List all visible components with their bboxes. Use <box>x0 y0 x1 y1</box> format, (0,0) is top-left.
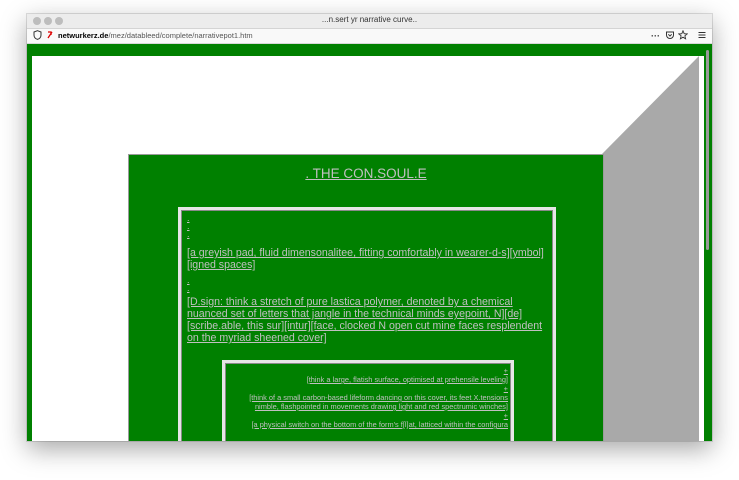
window-title: ...n.sert yr narrative curve.. <box>321 15 418 24</box>
url-domain: netwurkerz.de <box>58 31 109 40</box>
title-bar: ...n.sert yr narrative curve.. <box>27 14 712 29</box>
scrollbar[interactable] <box>706 44 710 441</box>
pocket-icon[interactable] <box>665 30 675 43</box>
more-icon[interactable]: ··· <box>651 30 660 42</box>
console-frame: . THE CON.SOUL.E . . . [a greyish pad, f… <box>128 154 604 441</box>
inner-text-block: + [think a large, flatish surface, optim… <box>228 366 508 429</box>
url-path: /mez/datableed/complete/narrativepot1.ht… <box>108 31 253 40</box>
navigation-bar: netwurkerz.de/mez/datableed/complete/nar… <box>27 29 712 44</box>
tracking-icon[interactable] <box>46 30 55 43</box>
page-heading-link[interactable]: . THE CON.SOUL.E <box>129 166 603 181</box>
page-content: . THE CON.SOUL.E . . . [a greyish pad, f… <box>27 44 712 441</box>
plus-link[interactable]: + <box>228 366 508 375</box>
plus-link[interactable]: + <box>228 384 508 393</box>
switch-description-link[interactable]: [a physical switch on the bottom of the … <box>228 420 508 429</box>
outer-text-frame: . . . [a greyish pad, fluid dimensonalit… <box>178 207 556 441</box>
inner-text-frame: + [think a large, flatish surface, optim… <box>222 360 514 441</box>
address-bar[interactable]: netwurkerz.de/mez/datableed/complete/nar… <box>58 30 253 42</box>
design-description-link[interactable]: [D.sign: think a stretch of pure lastica… <box>187 296 545 344</box>
dot-link[interactable]: . <box>187 230 545 239</box>
text-block: . . . [a greyish pad, fluid dimensonalit… <box>187 214 545 345</box>
plus-link[interactable]: + <box>228 411 508 420</box>
pad-description-link[interactable]: [a greyish pad, fluid dimensonalitee, fi… <box>187 247 545 271</box>
dot-link[interactable]: . <box>187 222 545 231</box>
dot-link[interactable]: . <box>187 214 545 223</box>
browser-window: ...n.sert yr narrative curve.. netwurker… <box>27 14 712 441</box>
surface-description-link[interactable]: [think a large, flatish surface, optimis… <box>228 375 508 384</box>
dot-link[interactable]: . <box>187 284 545 293</box>
lifeform-description-link[interactable]: [think of a small carbon-based lifeform … <box>228 393 508 411</box>
scrollbar-thumb[interactable] <box>706 50 709 250</box>
bookmark-star-icon[interactable] <box>677 29 689 43</box>
menu-icon[interactable] <box>698 30 706 43</box>
dot-link[interactable]: . <box>187 276 545 285</box>
shield-icon[interactable] <box>33 30 42 43</box>
